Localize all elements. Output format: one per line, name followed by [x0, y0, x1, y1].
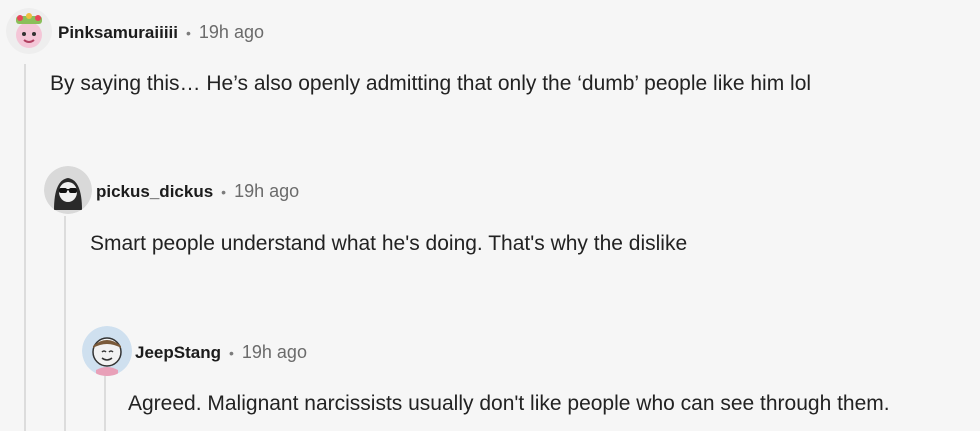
pink-samurai-avatar-icon[interactable] [6, 8, 52, 54]
thread-line-level-1[interactable] [24, 64, 26, 431]
username[interactable]: pickus_dickus [96, 182, 213, 202]
comment-text: By saying this… He’s also openly admitti… [50, 72, 812, 95]
thread-line-level-2[interactable] [64, 216, 66, 431]
comment-text: Agreed. Malignant narcissists usually do… [128, 392, 890, 415]
separator-dot: • [221, 183, 227, 200]
comment-meta: Pinksamuraiiiii • 19h ago [58, 22, 264, 43]
bandana-avatar-icon[interactable] [82, 326, 132, 376]
timestamp[interactable]: 19h ago [199, 22, 264, 43]
timestamp[interactable]: 19h ago [242, 342, 307, 363]
comment-text: Smart people understand what he's doing.… [90, 232, 688, 255]
comment-meta: pickus_dickus • 19h ago [96, 181, 299, 202]
separator-dot: • [186, 24, 191, 41]
username[interactable]: Pinksamuraiiiii [58, 23, 178, 43]
username[interactable]: JeepStang [135, 343, 221, 363]
thread-line-level-3[interactable] [104, 376, 106, 431]
comment-meta: JeepStang • 19h ago [135, 342, 307, 363]
timestamp[interactable]: 19h ago [234, 181, 299, 202]
separator-dot: • [228, 344, 234, 361]
hooded-sunglasses-avatar-icon[interactable] [44, 166, 92, 214]
